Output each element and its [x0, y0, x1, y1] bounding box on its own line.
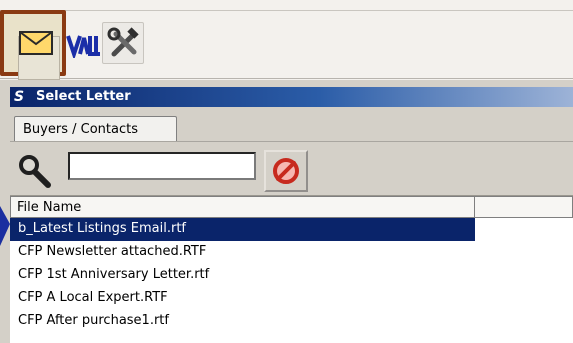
- vall-button[interactable]: [66, 28, 102, 61]
- column-header-extra[interactable]: [475, 196, 573, 218]
- file-name-cell: CFP After purchase1.rtf: [18, 313, 169, 328]
- toolbar-bottom-divider: [0, 78, 573, 79]
- magnifier-icon[interactable]: [14, 151, 54, 191]
- file-table: File Name b_Latest Listings Email.rtf CF…: [10, 196, 573, 343]
- file-name-cell: CFP Newsletter attached.RTF: [18, 244, 207, 259]
- column-header-file-name[interactable]: File Name: [10, 196, 475, 218]
- file-name-cell: CFP 1st Anniversary Letter.rtf: [18, 267, 210, 282]
- search-input[interactable]: [68, 152, 256, 180]
- app-logo: S: [14, 89, 25, 105]
- tab-label: Buyers / Contacts: [23, 122, 138, 137]
- tab-strip: Buyers / Contacts: [10, 110, 573, 142]
- table-row[interactable]: CFP After purchase1.rtf: [10, 310, 475, 343]
- table-row[interactable]: b_Latest Listings Email.rtf: [10, 218, 475, 241]
- window-title: Select Letter: [36, 89, 131, 104]
- envelope-icon: [19, 31, 53, 55]
- column-header-label: File Name: [17, 200, 82, 215]
- mail-button[interactable]: [0, 10, 66, 80]
- window-titlebar[interactable]: S Select Letter: [10, 87, 573, 107]
- prohibition-icon: [273, 158, 299, 184]
- toolbar-top-divider: [0, 10, 573, 11]
- hammer-wrench-icon: [107, 27, 139, 57]
- table-row[interactable]: CFP 1st Anniversary Letter.rtf: [10, 264, 475, 287]
- pointer-arrow: [0, 206, 10, 246]
- file-name-cell: CFP A Local Expert.RTF: [18, 290, 168, 305]
- table-row[interactable]: CFP Newsletter attached.RTF: [10, 241, 475, 264]
- clear-search-button[interactable]: [264, 150, 308, 192]
- table-row[interactable]: CFP A Local Expert.RTF: [10, 287, 475, 310]
- tab-buyers-contacts[interactable]: Buyers / Contacts: [14, 116, 177, 142]
- search-row: [10, 142, 573, 196]
- tools-button[interactable]: [102, 22, 144, 64]
- file-name-cell: b_Latest Listings Email.rtf: [18, 221, 187, 236]
- vall-icon: [66, 35, 100, 61]
